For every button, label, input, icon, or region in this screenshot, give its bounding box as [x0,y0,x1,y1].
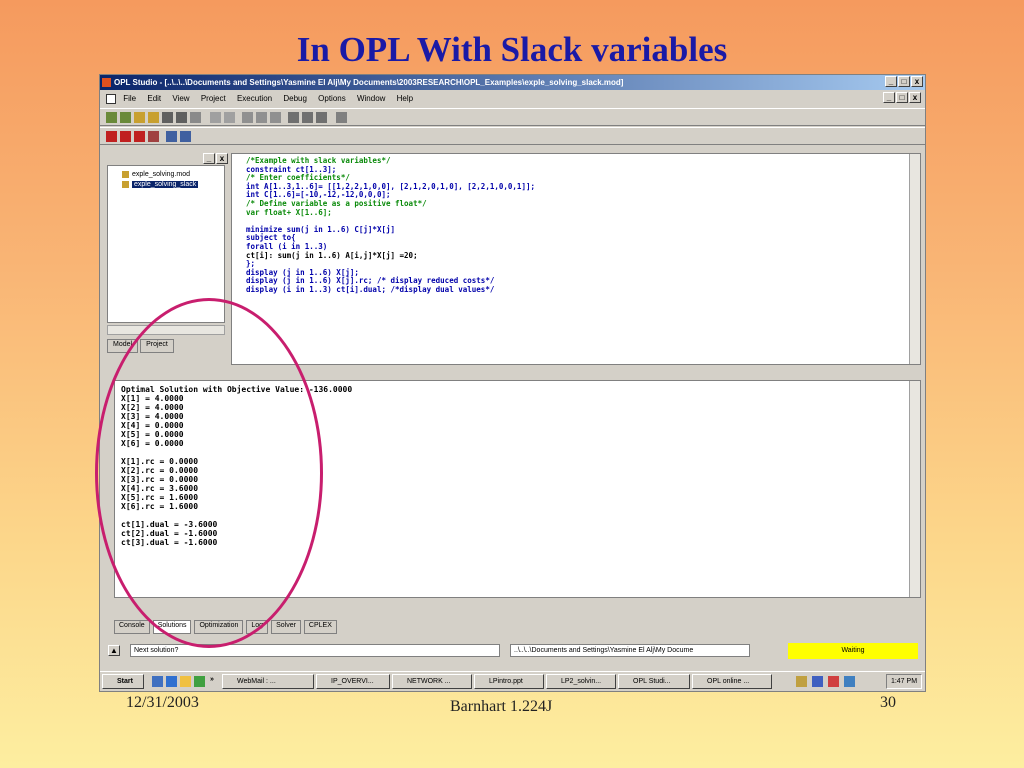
code-line: ct[i]: sum(j in 1..6) A[i,j]*X[j] =20; [246,250,418,260]
opl-app-icon [102,78,111,88]
status-state: Waiting [788,643,918,659]
stop-icon[interactable] [148,131,159,142]
outlook-icon[interactable] [180,676,191,687]
run-icon[interactable] [106,131,117,142]
tree-item-exple-solving-slack[interactable]: exple_solving_slack [122,180,199,189]
menu-debug[interactable]: Debug [283,94,307,103]
tab-solver[interactable]: Solver [271,620,301,634]
task-network[interactable]: NETWORK ... [392,674,472,689]
tray-antivirus-icon[interactable] [828,676,839,687]
status-path: ..\..\..\Documents and Settings\Yasmine … [510,644,750,657]
task-webmail[interactable]: WebMail : ... [222,674,314,689]
goto-icon[interactable] [316,112,327,123]
panel-minimize-button[interactable]: _ [203,153,215,164]
new-icon[interactable] [106,112,117,123]
footer-date: 12/31/2003 [126,694,199,711]
model-file-icon [122,170,129,178]
save-all-icon[interactable] [176,112,187,123]
standard-toolbar [100,108,925,126]
open-icon[interactable] [134,112,145,123]
footer-page-number: 30 [880,694,896,711]
model-source-code: /*Example with slack variables*/constrai… [246,156,535,295]
tree-item-exple-solving[interactable]: exple_solving.mod [122,170,190,179]
slide-title: In OPL With Slack variables [296,30,728,69]
excel-icon[interactable] [194,676,205,687]
print-icon[interactable] [190,112,201,123]
step-icon[interactable] [166,131,177,142]
panel-close-button[interactable]: x [216,153,228,164]
desktop-icon[interactable] [152,676,163,687]
mdi-minimize-button[interactable]: _ [883,92,895,103]
tray-messenger-icon[interactable] [844,676,855,687]
task-opl-studio[interactable]: OPL Studi... [618,674,690,689]
model-file-icon [122,180,129,188]
task-lpintro[interactable]: LPintro.ppt [474,674,544,689]
paste-icon[interactable] [270,112,281,123]
replace-icon[interactable] [302,112,313,123]
footer-author: Barnhart 1.224J [450,698,553,715]
windows-taskbar: Start » WebMail : ... IP_OVERVI... NETWO… [100,671,925,691]
taskbar-clock: 1:47 PM [886,674,922,689]
continue-icon[interactable] [180,131,191,142]
undo-icon[interactable] [210,112,221,123]
menu-project[interactable]: Project [201,94,226,103]
code-line: var float+ X[1..6]; [246,207,332,217]
copy-icon[interactable] [256,112,267,123]
find-icon[interactable] [288,112,299,123]
run-next-icon[interactable] [134,131,145,142]
menu-execution[interactable]: Execution [237,94,272,103]
menu-edit[interactable]: Edit [147,94,161,103]
run-project-icon[interactable] [120,131,131,142]
close-button[interactable]: x [911,76,923,87]
project-panel-header: _ x [104,153,228,164]
tab-cplex[interactable]: CPLEX [303,620,337,634]
maximize-button[interactable]: □ [898,76,910,87]
mdi-maximize-button[interactable]: □ [896,92,908,103]
code-editor[interactable]: /*Example with slack variables*/constrai… [231,153,921,365]
menu-options[interactable]: Options [318,94,346,103]
execution-toolbar [100,127,925,145]
new-project-icon[interactable] [120,112,131,123]
cut-icon[interactable] [242,112,253,123]
tab-console[interactable]: Console [114,620,150,634]
status-message: Next solution? [130,644,500,657]
minimize-button[interactable]: _ [885,76,897,87]
task-ip-overview[interactable]: IP_OVERVI... [316,674,390,689]
output-vertical-scrollbar[interactable] [909,381,920,597]
ie-icon[interactable] [166,676,177,687]
editor-vertical-scrollbar[interactable] [909,154,920,364]
start-button[interactable]: Start [102,674,144,689]
task-opl-online[interactable]: OPL online ... [692,674,772,689]
tray-volume-icon[interactable] [812,676,823,687]
up-arrow-icon[interactable]: ▲ [108,645,120,656]
quicklaunch-more[interactable]: » [210,676,214,683]
highlight-oval [95,298,323,648]
open-project-icon[interactable] [148,112,159,123]
mdi-close-button[interactable]: x [909,92,921,103]
help-icon[interactable] [336,112,347,123]
menu-file[interactable]: File [123,94,136,103]
redo-icon[interactable] [224,112,235,123]
document-icon[interactable] [106,93,116,104]
menu-bar: File Edit View Project Execution Debug O… [100,91,925,106]
code-line: display (i in 1..3) ct[i].dual; /*displa… [246,284,495,294]
save-icon[interactable] [162,112,173,123]
window-titlebar[interactable]: OPL Studio - [..\..\..\Documents and Set… [100,75,925,90]
window-title: OPL Studio - [..\..\..\Documents and Set… [114,78,624,87]
task-lp2-solving[interactable]: LP2_solvin... [546,674,616,689]
menu-help[interactable]: Help [397,94,413,103]
menu-view[interactable]: View [172,94,189,103]
menu-window[interactable]: Window [357,94,385,103]
tray-network-icon[interactable] [796,676,807,687]
